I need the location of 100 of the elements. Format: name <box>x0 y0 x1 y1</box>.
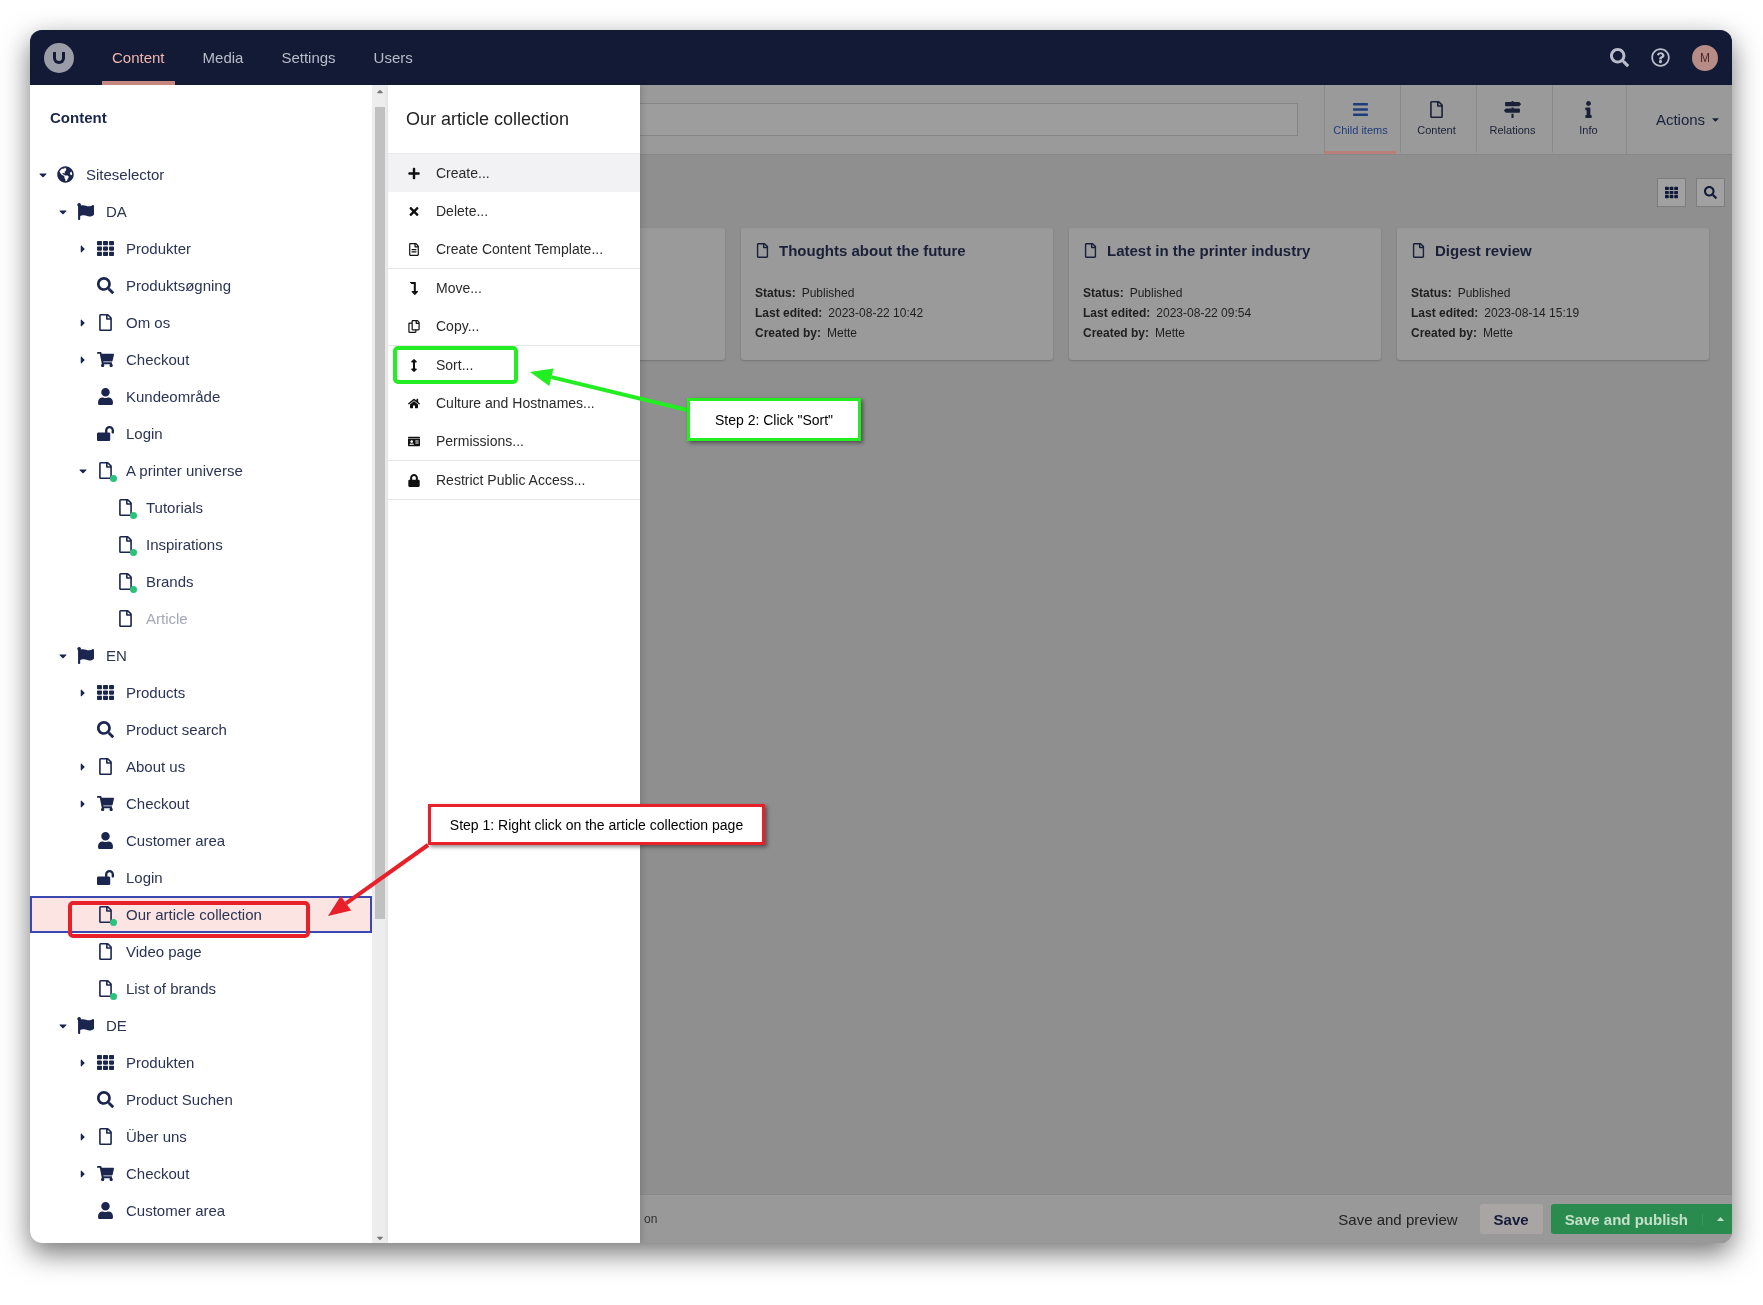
tree-row[interactable]: Produkter <box>30 230 372 267</box>
tree-item-label: Om os <box>126 314 171 331</box>
search-button[interactable] <box>1696 178 1725 207</box>
tree-row[interactable]: Checkout <box>30 1155 372 1192</box>
tree-item-label: Our article collection <box>126 906 262 923</box>
tree-item-label: Product Suchen <box>126 1091 233 1108</box>
nav-tab[interactable]: Users <box>363 30 423 85</box>
grid-icon <box>96 1053 114 1072</box>
tree-item-label: Produkten <box>126 1054 195 1071</box>
tree-item-label: Siteselector <box>86 166 165 183</box>
tree-item-label: List of brands <box>126 980 217 997</box>
editor-tab[interactable]: Info <box>1552 85 1624 154</box>
tree-row[interactable]: Product Suchen <box>30 1081 372 1118</box>
tree-item-label: Product search <box>126 721 227 738</box>
nav-tab[interactable]: Media <box>192 30 254 85</box>
tree-row[interactable]: Om os <box>30 304 372 341</box>
content-card[interactable]: Thoughts about the future Status: Published Last edited: 2023-08-22 10:42 Created by: Mette <box>741 228 1053 360</box>
cart-icon <box>96 794 114 813</box>
tree-item-label: Login <box>126 869 163 886</box>
nav-tab[interactable]: Settings <box>271 30 346 85</box>
document-icon <box>1083 243 1098 258</box>
tree-row[interactable]: Login <box>30 859 372 896</box>
up-down-arrow-icon <box>408 358 420 372</box>
tree-row[interactable]: List of brands <box>30 970 372 1007</box>
menu-item[interactable]: Create Content Template... <box>388 230 640 268</box>
tree-row[interactable]: Product search <box>30 711 372 748</box>
tree-item-label: Products <box>126 684 186 701</box>
menu-item[interactable]: Restrict Public Access... <box>388 461 640 499</box>
field-value: 2023-08-22 10:42 <box>828 305 924 322</box>
tree-row[interactable]: Siteselector <box>30 156 372 193</box>
tree-row[interactable]: Tutorials <box>30 489 372 526</box>
tree-row[interactable]: Checkout <box>30 341 372 378</box>
document-plus-icon <box>96 905 114 924</box>
tree-item-label: Checkout <box>126 1165 190 1182</box>
content-card[interactable]: Digest review Status: Published Last edited: 2023-08-14 15:19 Created by: Mette <box>1397 228 1709 360</box>
actions-menu[interactable]: Actions <box>1626 85 1732 154</box>
grid-view-button[interactable] <box>1657 178 1686 207</box>
card-title: Digest review <box>1435 242 1532 259</box>
tree-row[interactable]: A printer universe <box>30 452 372 489</box>
menu-item[interactable]: Delete... <box>388 192 640 230</box>
menu-item[interactable]: Create... <box>388 154 640 192</box>
tree-row[interactable]: About us <box>30 748 372 785</box>
list-icon <box>1352 100 1369 118</box>
field-label: Last edited: <box>755 305 823 322</box>
field-label: Created by: <box>1411 325 1478 342</box>
tree-item-label: Article <box>146 610 188 627</box>
menu-item[interactable]: Copy... <box>388 307 640 345</box>
search-icon <box>96 276 114 295</box>
menu-item[interactable]: Culture and Hostnames... <box>388 384 640 422</box>
tree-row[interactable]: DA <box>30 193 372 230</box>
editor-tab[interactable]: Content <box>1400 85 1472 154</box>
tree-row[interactable]: Customer area <box>30 1192 372 1229</box>
callout-note: Step 2: Click "Sort" <box>687 398 861 441</box>
tree-row[interactable]: Inspirations <box>30 526 372 563</box>
tree-item-label: Login <box>126 425 163 442</box>
grid-icon <box>96 683 114 702</box>
tree-row[interactable]: Produkten <box>30 1044 372 1081</box>
tree-item-label: Customer area <box>126 832 226 849</box>
search-icon[interactable] <box>1610 48 1629 67</box>
tree-row[interactable]: Produktsøgning <box>30 267 372 304</box>
user-icon <box>96 1201 114 1220</box>
tree-row[interactable]: Products <box>30 674 372 711</box>
document-plus-icon <box>116 535 134 554</box>
tree-row[interactable]: Video page <box>30 933 372 970</box>
search-icon <box>96 1090 114 1109</box>
scrollbar[interactable] <box>372 85 388 1243</box>
tree-row[interactable]: Über uns <box>30 1118 372 1155</box>
callout-note: Step 1: Right click on the article collection page <box>428 804 765 845</box>
tree-item-label: A printer universe <box>126 462 243 479</box>
scrollbar-thumb[interactable] <box>375 107 385 919</box>
tree-item-label: DA <box>106 203 127 220</box>
tree-row[interactable]: Login <box>30 415 372 452</box>
content-card[interactable]: Latest in the printer industry Status: Published Last edited: 2023-08-22 09:54 Created by: Mette <box>1069 228 1381 360</box>
tree-row[interactable]: Customer area <box>30 822 372 859</box>
tree-row[interactable]: EN <box>30 637 372 674</box>
cart-icon <box>96 1164 114 1183</box>
grid-icon <box>96 239 114 258</box>
footer-button[interactable]: Save and preview <box>1324 1204 1472 1234</box>
logo-icon[interactable] <box>44 42 74 73</box>
menu-item[interactable]: Move... <box>388 269 640 307</box>
field-value: 2023-08-14 15:19 <box>1484 305 1580 322</box>
help-icon[interactable] <box>1651 48 1670 67</box>
grid-icon <box>1665 186 1678 199</box>
tree-row[interactable]: Checkout <box>30 785 372 822</box>
tree-row[interactable]: DE <box>30 1007 372 1044</box>
editor-tab[interactable]: Relations <box>1476 85 1548 154</box>
id-card-icon <box>408 434 420 448</box>
close-icon <box>408 204 420 218</box>
editor-tab[interactable]: Child items <box>1324 85 1396 154</box>
document-icon <box>96 313 114 332</box>
tree-item-label: Tutorials <box>146 499 203 516</box>
tree-item-label: Inspirations <box>146 536 223 553</box>
user-avatar[interactable]: M <box>1692 44 1718 71</box>
tree-row[interactable]: Brands <box>30 563 372 600</box>
tree-title: Content <box>49 108 108 128</box>
globe-icon <box>56 165 74 184</box>
tree-row[interactable]: Kundeområde <box>30 378 372 415</box>
footer-button[interactable]: Save <box>1479 1204 1543 1234</box>
menu-item[interactable]: Permissions... <box>388 422 640 460</box>
document-icon <box>1411 243 1426 258</box>
